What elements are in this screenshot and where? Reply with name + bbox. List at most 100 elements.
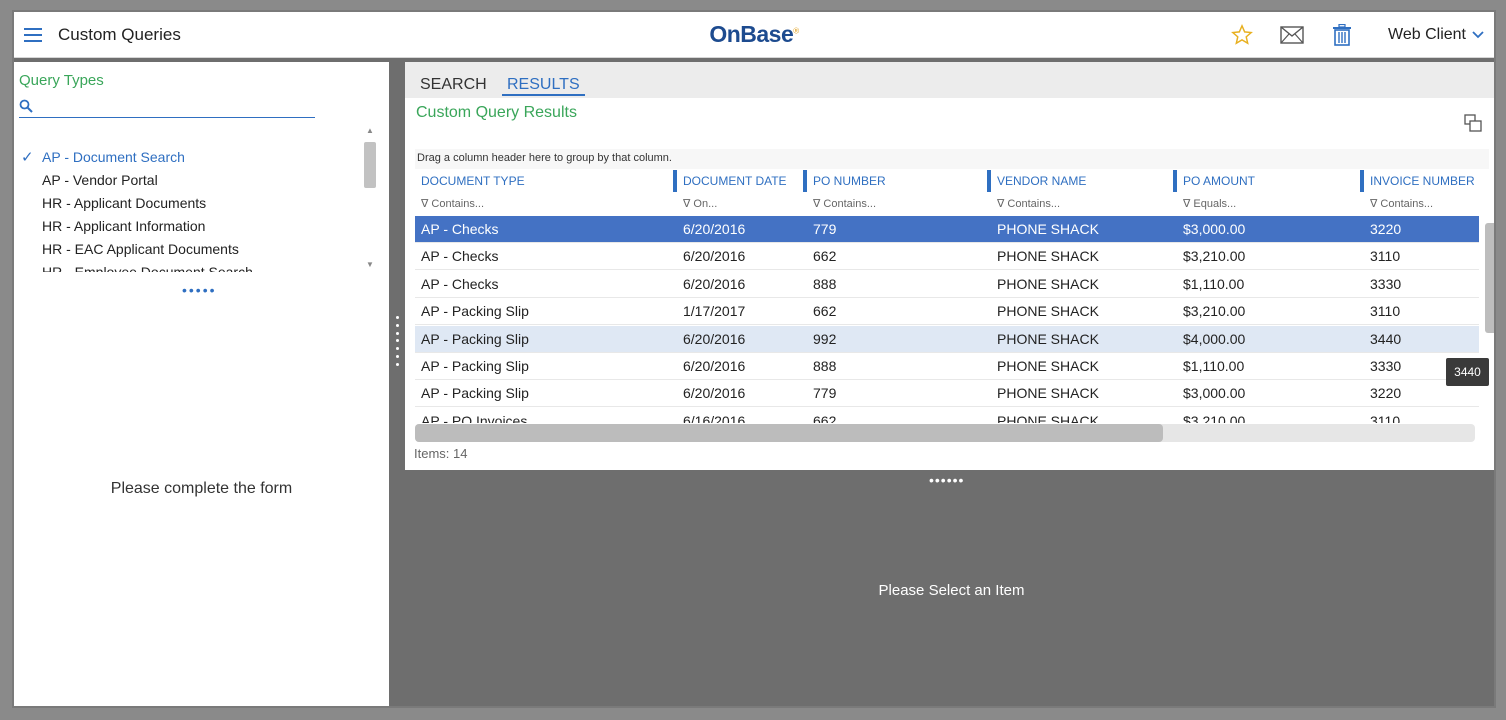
vertical-splitter[interactable] bbox=[394, 316, 400, 366]
query-type-item[interactable]: AP - Vendor Portal bbox=[19, 169, 359, 192]
group-by-hint: Drag a column header here to group by th… bbox=[415, 149, 1489, 169]
column-header[interactable]: DOCUMENT DATE bbox=[673, 170, 803, 192]
query-type-item[interactable]: HR - Employee Document Search bbox=[19, 261, 359, 272]
table-cell: 662 bbox=[813, 303, 837, 320]
horizontal-splitter[interactable]: •••••• bbox=[929, 472, 964, 488]
query-type-item[interactable]: HR - Applicant Information bbox=[19, 215, 359, 238]
mail-icon[interactable] bbox=[1280, 23, 1304, 47]
grid-vertical-scrollbar[interactable] bbox=[1484, 215, 1494, 433]
results-panel: SEARCH RESULTS Custom Query Results Drag… bbox=[405, 62, 1494, 470]
tab-search[interactable]: SEARCH bbox=[420, 76, 487, 94]
table-cell: 6/20/2016 bbox=[683, 385, 746, 402]
table-cell: 3110 bbox=[1370, 303, 1401, 320]
top-bar: Custom Queries OnBase® Web Client bbox=[14, 12, 1494, 58]
scrollbar-thumb[interactable] bbox=[415, 424, 1163, 442]
table-cell: PHONE SHACK bbox=[997, 412, 1099, 423]
query-type-item[interactable]: HR - EAC Applicant Documents bbox=[19, 238, 359, 261]
menu-icon[interactable] bbox=[24, 27, 42, 42]
scroll-up-icon[interactable]: ▲ bbox=[366, 126, 374, 135]
table-row[interactable]: AP - Checks 6/20/2016 779 PHONE SHACK $3,000… bbox=[415, 216, 1479, 243]
table-row[interactable]: AP - Packing Slip 6/20/2016 779 PHONE SHACK… bbox=[415, 380, 1479, 408]
chevron-down-icon bbox=[1472, 31, 1484, 39]
query-type-label: AP - Vendor Portal bbox=[42, 172, 158, 188]
column-header[interactable]: PO NUMBER bbox=[803, 170, 987, 192]
table-cell: 3330 bbox=[1370, 275, 1402, 292]
popout-icon[interactable] bbox=[1464, 114, 1482, 132]
query-types-search-input[interactable] bbox=[39, 97, 299, 114]
table-cell: 779 bbox=[813, 221, 837, 237]
grid-horizontal-scrollbar[interactable] bbox=[415, 424, 1475, 442]
table-row[interactable]: AP - Checks 6/20/2016 888 PHONE SHACK $1,110… bbox=[415, 271, 1479, 298]
viewer-message: Please Select an Item bbox=[878, 582, 1025, 599]
table-cell: AP - Packing Slip bbox=[421, 303, 529, 320]
column-filter[interactable]: ∇ Contains... bbox=[1364, 194, 1479, 214]
items-count: Items: 14 bbox=[414, 446, 468, 461]
scrollbar-thumb[interactable] bbox=[1485, 223, 1494, 333]
table-cell: 662 bbox=[813, 248, 837, 265]
tab-results[interactable]: RESULTS bbox=[502, 76, 585, 96]
table-cell: 6/20/2016 bbox=[683, 330, 746, 347]
tabs-bar: SEARCH RESULTS bbox=[405, 62, 1494, 98]
table-cell: 6/20/2016 bbox=[683, 275, 746, 292]
query-type-item[interactable]: HR - Applicant Documents bbox=[19, 192, 359, 215]
query-types-list: ✓ AP - Document Search AP - Vendor Portal H… bbox=[19, 146, 359, 272]
query-types-scrollbar[interactable]: ▲ ▼ bbox=[363, 124, 377, 274]
table-row[interactable]: AP - Packing Slip 6/20/2016 992 PHONE SHACK… bbox=[415, 325, 1479, 353]
column-header[interactable]: DOCUMENT TYPE bbox=[415, 170, 673, 192]
user-menu[interactable]: Web Client bbox=[1388, 26, 1484, 44]
form-message: Please complete the form bbox=[110, 480, 293, 497]
column-header[interactable]: PO AMOUNT bbox=[1173, 170, 1360, 192]
scrollbar-thumb[interactable] bbox=[364, 142, 376, 188]
table-cell: $3,210.00 bbox=[1183, 412, 1246, 423]
table-cell: $3,210.00 bbox=[1183, 303, 1246, 320]
table-cell: PHONE SHACK bbox=[997, 358, 1099, 374]
star-icon[interactable] bbox=[1230, 23, 1254, 47]
table-cell: 888 bbox=[813, 358, 837, 374]
app-title: Custom Queries bbox=[58, 24, 181, 44]
grid-header-row: DOCUMENT TYPE DOCUMENT DATE PO NUMBER VENDO… bbox=[415, 170, 1479, 197]
table-cell: 992 bbox=[813, 330, 837, 347]
column-filter[interactable]: ∇ Contains... bbox=[807, 194, 991, 214]
column-header[interactable]: INVOICE NUMBER bbox=[1360, 170, 1479, 192]
table-cell: $1,110.00 bbox=[1183, 358, 1245, 374]
table-cell: 6/20/2016 bbox=[683, 221, 746, 237]
app-window: Custom Queries OnBase® Web Client Query … bbox=[12, 10, 1496, 708]
table-cell: PHONE SHACK bbox=[997, 248, 1099, 265]
table-row[interactable]: AP - PO Invoices 6/16/2016 662 PHONE SHACK $… bbox=[415, 408, 1479, 423]
query-type-label: HR - Applicant Information bbox=[42, 218, 206, 234]
column-filter[interactable]: ∇ Contains... bbox=[415, 194, 673, 214]
table-cell: 3440 bbox=[1370, 330, 1402, 347]
table-cell: 6/20/2016 bbox=[683, 248, 746, 265]
table-cell: PHONE SHACK bbox=[997, 303, 1099, 320]
table-row[interactable]: AP - Checks 6/20/2016 662 PHONE SHACK $3,210… bbox=[415, 243, 1479, 271]
column-filter[interactable]: ∇ On... bbox=[677, 194, 807, 214]
table-cell: AP - Checks bbox=[421, 221, 499, 237]
table-cell: PHONE SHACK bbox=[997, 330, 1099, 347]
table-row[interactable]: AP - Packing Slip 1/17/2017 662 PHONE SHACK… bbox=[415, 298, 1479, 326]
column-filter[interactable]: ∇ Contains... bbox=[991, 194, 1177, 214]
query-type-label: HR - Applicant Documents bbox=[42, 195, 207, 211]
table-cell: 6/16/2016 bbox=[683, 412, 746, 423]
trash-icon[interactable] bbox=[1330, 23, 1354, 47]
table-cell: $3,000.00 bbox=[1183, 385, 1246, 402]
table-row[interactable]: AP - Packing Slip 6/20/2016 888 PHONE SHACK… bbox=[415, 353, 1479, 380]
top-actions: Web Client bbox=[1230, 12, 1484, 58]
results-grid: DOCUMENT TYPE DOCUMENT DATE PO NUMBER VENDO… bbox=[415, 170, 1479, 423]
table-cell: $3,000.00 bbox=[1183, 221, 1246, 237]
query-types-title: Query Types bbox=[19, 72, 104, 89]
table-cell: 6/20/2016 bbox=[683, 358, 746, 374]
table-cell: PHONE SHACK bbox=[997, 221, 1099, 237]
table-cell: 662 bbox=[813, 412, 837, 423]
table-cell: AP - Packing Slip bbox=[421, 358, 529, 374]
panel-resize-handle[interactable]: ••••• bbox=[182, 282, 217, 298]
column-filter[interactable]: ∇ Equals... bbox=[1177, 194, 1364, 214]
results-title: Custom Query Results bbox=[416, 104, 577, 121]
search-icon[interactable] bbox=[19, 99, 33, 113]
query-type-item[interactable]: ✓ AP - Document Search bbox=[19, 146, 359, 169]
table-cell: 779 bbox=[813, 385, 837, 402]
table-cell: $3,210.00 bbox=[1183, 248, 1246, 265]
table-cell: AP - Packing Slip bbox=[421, 330, 529, 347]
table-cell: $1,110.00 bbox=[1183, 275, 1245, 292]
scroll-down-icon[interactable]: ▼ bbox=[366, 260, 374, 269]
column-header[interactable]: VENDOR NAME bbox=[987, 170, 1173, 192]
